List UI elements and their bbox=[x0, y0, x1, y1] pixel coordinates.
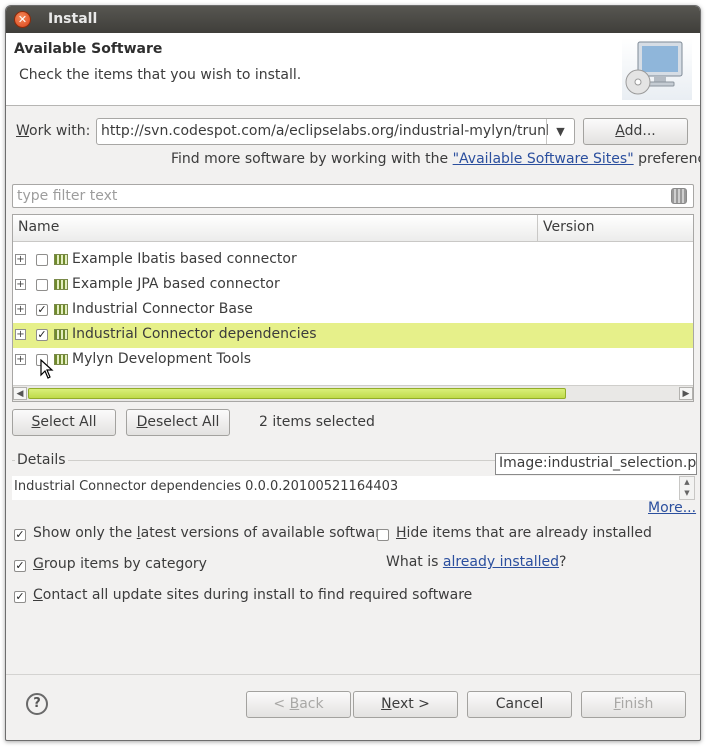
work-with-combo[interactable]: http://svn.codespot.com/a/eclipselabs.or… bbox=[96, 118, 575, 145]
contact-sites-checkbox[interactable]: ✓ bbox=[14, 591, 26, 603]
contact-sites-label: Contact all update sites during install … bbox=[33, 587, 473, 603]
mouse-pointer-icon bbox=[40, 358, 54, 383]
tree-row[interactable]: + Example JPA based connector bbox=[13, 273, 693, 298]
feature-group-icon bbox=[54, 329, 68, 340]
close-icon[interactable]: ✕ bbox=[14, 11, 31, 28]
scroll-left-icon[interactable]: ◀ bbox=[13, 387, 27, 400]
selection-count: 2 items selected bbox=[259, 414, 375, 430]
select-all-button[interactable]: Select All bbox=[12, 409, 116, 436]
expand-icon[interactable]: + bbox=[15, 329, 26, 340]
hide-installed-checkbox[interactable] bbox=[377, 529, 389, 541]
latest-only-label: Show only the latest versions of availab… bbox=[33, 525, 390, 541]
tree-row[interactable]: + Example Ibatis based connector bbox=[13, 248, 693, 273]
back-button[interactable]: < Back bbox=[246, 691, 351, 718]
feature-group-icon bbox=[54, 279, 68, 290]
row-checkbox[interactable] bbox=[36, 254, 48, 266]
latest-only-checkbox[interactable]: ✓ bbox=[14, 529, 26, 541]
deselect-all-button[interactable]: Deselect All bbox=[126, 409, 230, 436]
expand-icon[interactable]: + bbox=[15, 279, 26, 290]
feature-group-icon bbox=[54, 254, 68, 265]
row-label: Example JPA based connector bbox=[72, 276, 280, 292]
row-label: Industrial Connector dependencies bbox=[72, 326, 317, 342]
add-site-button[interactable]: Add... bbox=[583, 118, 688, 145]
what-is-installed-text: What is already installed? bbox=[386, 554, 567, 570]
scrollbar-thumb[interactable] bbox=[28, 388, 566, 399]
help-icon[interactable]: ? bbox=[26, 693, 48, 715]
already-installed-link[interactable]: already installed bbox=[443, 554, 559, 570]
software-tree[interactable]: Name Version + Example Ibatis based conn… bbox=[12, 214, 694, 402]
chevron-down-icon[interactable]: ▼ bbox=[546, 119, 574, 144]
available-software-sites-link[interactable]: "Available Software Sites" bbox=[453, 151, 634, 167]
details-scroll[interactable]: ▲ ▼ bbox=[679, 476, 695, 500]
window-title: Install bbox=[48, 11, 98, 27]
clear-filter-icon[interactable] bbox=[671, 188, 687, 204]
hide-installed-label: Hide items that are already installed bbox=[396, 525, 652, 541]
computer-cd-icon bbox=[622, 38, 692, 100]
feature-group-icon bbox=[54, 354, 68, 365]
wizard-header: Available Software Check the items that … bbox=[6, 33, 700, 106]
filter-placeholder: type filter text bbox=[17, 188, 118, 204]
tree-row-selected[interactable]: + ✓ Industrial Connector dependencies bbox=[13, 323, 693, 348]
row-label: Mylyn Development Tools bbox=[72, 351, 252, 367]
work-with-value: http://svn.codespot.com/a/eclipselabs.or… bbox=[101, 123, 548, 139]
page-description: Check the items that you wish to install… bbox=[19, 67, 302, 83]
expand-icon[interactable]: + bbox=[15, 304, 26, 315]
details-text: Industrial Connector dependencies 0.0.0.… bbox=[12, 476, 680, 500]
available-sites-hint: Find more software by working with the "… bbox=[171, 151, 700, 167]
horizontal-scrollbar[interactable]: ◀ ▶ bbox=[13, 385, 693, 401]
title-bar: ✕ Install bbox=[6, 6, 700, 33]
page-title: Available Software bbox=[14, 41, 163, 57]
feature-group-icon bbox=[54, 304, 68, 315]
expand-icon[interactable]: + bbox=[15, 354, 26, 365]
details-legend: Details bbox=[15, 452, 68, 468]
column-header-name[interactable]: Name bbox=[13, 215, 538, 241]
row-checkbox[interactable] bbox=[36, 279, 48, 291]
finish-button[interactable]: Finish bbox=[581, 691, 686, 718]
tree-row[interactable]: + Mylyn Development Tools bbox=[13, 348, 693, 373]
work-with-label: Work with: bbox=[16, 123, 91, 139]
next-button[interactable]: Next > bbox=[353, 691, 458, 718]
expand-icon[interactable]: + bbox=[15, 254, 26, 265]
scroll-right-icon[interactable]: ▶ bbox=[679, 387, 693, 400]
column-header-version[interactable]: Version bbox=[539, 215, 693, 241]
more-link[interactable]: More... bbox=[648, 500, 696, 516]
tree-header: Name Version bbox=[13, 215, 693, 242]
row-checkbox-checked[interactable]: ✓ bbox=[36, 329, 48, 341]
row-label: Industrial Connector Base bbox=[72, 301, 253, 317]
filter-input[interactable]: type filter text bbox=[12, 184, 694, 208]
install-dialog: ✕ Install Available Software Check the i… bbox=[5, 5, 701, 741]
cancel-button[interactable]: Cancel bbox=[467, 691, 572, 718]
image-tag: Image:industrial_selection.png bbox=[495, 453, 697, 475]
group-by-category-label: Group items by category bbox=[33, 556, 207, 572]
footer-separator bbox=[6, 674, 700, 675]
group-by-category-checkbox[interactable]: ✓ bbox=[14, 560, 26, 572]
row-label: Example Ibatis based connector bbox=[72, 251, 297, 267]
tree-row[interactable]: + ✓ Industrial Connector Base bbox=[13, 298, 693, 323]
row-checkbox-checked[interactable]: ✓ bbox=[36, 304, 48, 316]
